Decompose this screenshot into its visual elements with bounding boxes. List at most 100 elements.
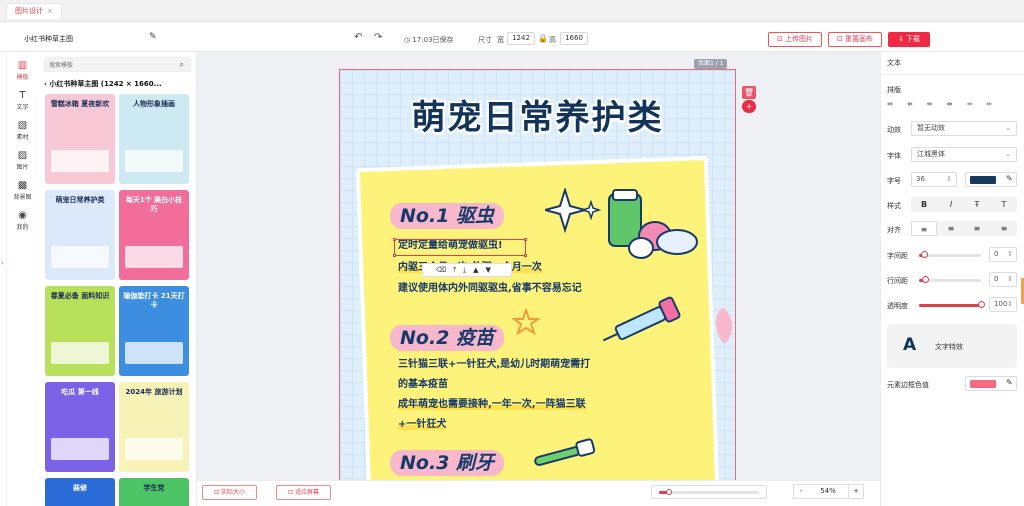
slider-handle[interactable] [921,251,928,258]
tool-material[interactable]: ▧ 素材 [7,116,38,146]
redo-icon[interactable]: ↷ [374,32,382,43]
opacity-input[interactable]: 100 ⇕ [989,297,1017,312]
zoom-slider[interactable] [651,485,767,499]
text-color-swatch [970,176,996,184]
align-center-button[interactable]: ≡ [938,221,964,236]
opacity-slider[interactable] [919,301,985,308]
fontsize-input[interactable]: 36 ⇕ [911,172,957,187]
search-icon[interactable]: ⌕ [180,60,184,70]
template-thumb[interactable]: 学生党 [119,478,189,506]
template-thumb[interactable]: 2024年 旅游计划 [119,382,189,472]
section-2-line-3-text: 成年萌宠也需要接种,一年一次,一阵猫三联 [398,399,586,410]
zoom-slider-track [659,491,759,494]
template-thumb[interactable]: 萌宠日常养护类 [45,190,115,280]
upload-image-button[interactable]: ⊡ 上传图片 [768,32,822,47]
search-input[interactable] [49,60,164,70]
resize-handle[interactable] [524,238,527,241]
letter-spacing-input[interactable]: 0 ⇕ [989,247,1017,262]
tool-background[interactable]: ▩ 背景图 [7,176,38,206]
template-thumb[interactable]: 装修 [45,478,115,506]
align-left-button[interactable]: ≡ [911,221,937,236]
bold-button[interactable]: B [911,197,937,212]
slider-handle[interactable] [978,301,985,308]
line-spacing-input[interactable]: 0 ⇕ [989,272,1017,287]
add-page-icon[interactable]: + [742,100,756,113]
font-select[interactable]: 江城黑体 ⌄ [911,147,1017,162]
delete-page-icon[interactable]: 🗑 [742,86,756,99]
text-effect-button[interactable]: A 文字特效 [887,324,1017,368]
strikethrough-button[interactable]: Ŧ [964,197,990,212]
section-2-line-4[interactable]: +一针狂犬 [398,415,447,435]
zoom-slider-handle[interactable] [666,489,672,495]
section-2-title[interactable]: No.2 疫苗 [390,325,505,351]
text-case-button[interactable]: T [991,197,1017,212]
width-input[interactable]: 1242 [507,32,535,45]
template-thumb-title: 学生党 [143,484,165,492]
letter-spacing-slider[interactable] [919,251,981,258]
template-thumb[interactable]: 雪糕冰箱 夏夜新欢 [45,94,115,184]
eyedropper-icon[interactable]: ✎ [1006,378,1013,387]
template-thumb[interactable]: 每天1个 美白小技巧 [119,190,189,280]
section-2-line-3[interactable]: 成年萌宠也需要接种,一年一次,一阵猫三联 [398,395,586,415]
document-title[interactable]: 小红书种草主图 [24,34,73,44]
syringe-icon [602,296,681,342]
eyedropper-icon[interactable]: ✎ [1006,174,1013,183]
section-1-line-3[interactable]: 建议使用体内外同驱驱虫,省事不容易忘记 [398,279,582,299]
tool-image[interactable]: ▨ 图片 [7,146,38,176]
line-spacing-slider[interactable] [919,276,981,283]
section-3-title[interactable]: No.3 刷牙 [390,450,505,476]
tab-close-icon[interactable]: × [47,7,53,15]
section-2-line-2[interactable]: 的基本疫苗 [398,375,448,395]
section-1-title[interactable]: No.1 驱虫 [390,203,505,229]
width-label: 宽 [497,36,504,44]
tool-text[interactable]: T 文字 [7,86,38,116]
fontsize-value: 36 [916,175,925,183]
align-justify-button[interactable]: ≡ [991,221,1017,236]
resize-handle[interactable] [524,254,527,257]
height-input[interactable]: 1660 [560,32,588,45]
text-color-picker[interactable]: ✎ [965,172,1017,187]
align-right-button[interactable]: ≡ [964,221,990,236]
tab-image-design[interactable]: 图片设计 × [6,3,62,19]
arrange-label: 排版 [887,86,901,94]
stepper-icon[interactable]: ⇕ [946,173,952,186]
back-icon[interactable]: ‹ [44,80,47,88]
breadcrumb[interactable]: ‹ 小红书种草主图 (1242 × 1660... [44,79,162,89]
lock-ratio-icon[interactable]: 🔒 [538,34,548,43]
stepper-icon[interactable]: ⇕ [1007,248,1013,261]
template-thumb[interactable]: 人物形象插画 [119,94,189,184]
template-thumb[interactable]: 春夏必备 面料知识 [45,286,115,376]
reset-canvas-button[interactable]: ⊡ 重置画布 [828,32,882,47]
section-2-line-1[interactable]: 三针猫三联+一针狂犬,是幼儿时期萌宠需打 [398,355,590,375]
poster-headline[interactable]: 萌宠日常养护类 [340,90,735,139]
template-thumb[interactable]: 瑜伽垫打卡 21天打卡 [119,286,189,376]
actual-size-button[interactable]: ⊡ 实际大小 [202,485,257,500]
edit-title-icon[interactable]: ✎ [149,33,158,42]
tool-mine[interactable]: ◉ 我的 [7,206,38,236]
element-mini-toolbar[interactable]: ⌫⤒⤓▲▼ [422,263,512,277]
stepper-icon[interactable]: ⇕ [1007,273,1013,286]
italic-button[interactable]: I [938,197,964,212]
tab-label: 图片设计 [15,7,43,15]
collapse-arrow-icon[interactable]: ‹ [1,259,4,267]
panel-header: 文本 [887,59,901,67]
download-button[interactable]: ⇩ 下载 [888,32,930,47]
undo-icon[interactable]: ↶ [354,32,362,43]
save-status-text: 17:03已保存 [412,36,454,44]
template-thumb[interactable]: 吃瓜 第一线 [45,382,115,472]
stepper-icon[interactable]: ⇕ [1007,298,1013,311]
arrange-icons[interactable]: ⇹⇻⇺⇼⇸⇷ [887,100,1017,108]
slider-handle[interactable] [922,276,929,283]
zoom-in-button[interactable]: + [848,484,864,499]
animation-select[interactable]: 暂无动效 ⌄ [911,121,1017,136]
template-thumb-card [51,342,109,364]
zoom-value[interactable]: 54% [808,484,848,499]
border-color-picker[interactable]: ✎ [965,376,1017,391]
canvas-workspace: 页面1 / 1 萌宠日常养护类 No.1 驱虫 定时定量给萌宠做驱虫! ⌫⤒⤓▲… [197,52,880,480]
zoom-out-button[interactable]: - [793,484,809,499]
tool-template[interactable]: ▥ 模板 [7,56,38,86]
fit-screen-button[interactable]: ⊡ 适应屏幕 [276,485,331,500]
resize-handle[interactable] [393,238,396,241]
design-canvas[interactable]: 萌宠日常养护类 No.1 驱虫 定时定量给萌宠做驱虫! ⌫⤒⤓▲▼ 建议使用体内… [339,69,736,480]
resize-handle[interactable] [393,254,396,257]
